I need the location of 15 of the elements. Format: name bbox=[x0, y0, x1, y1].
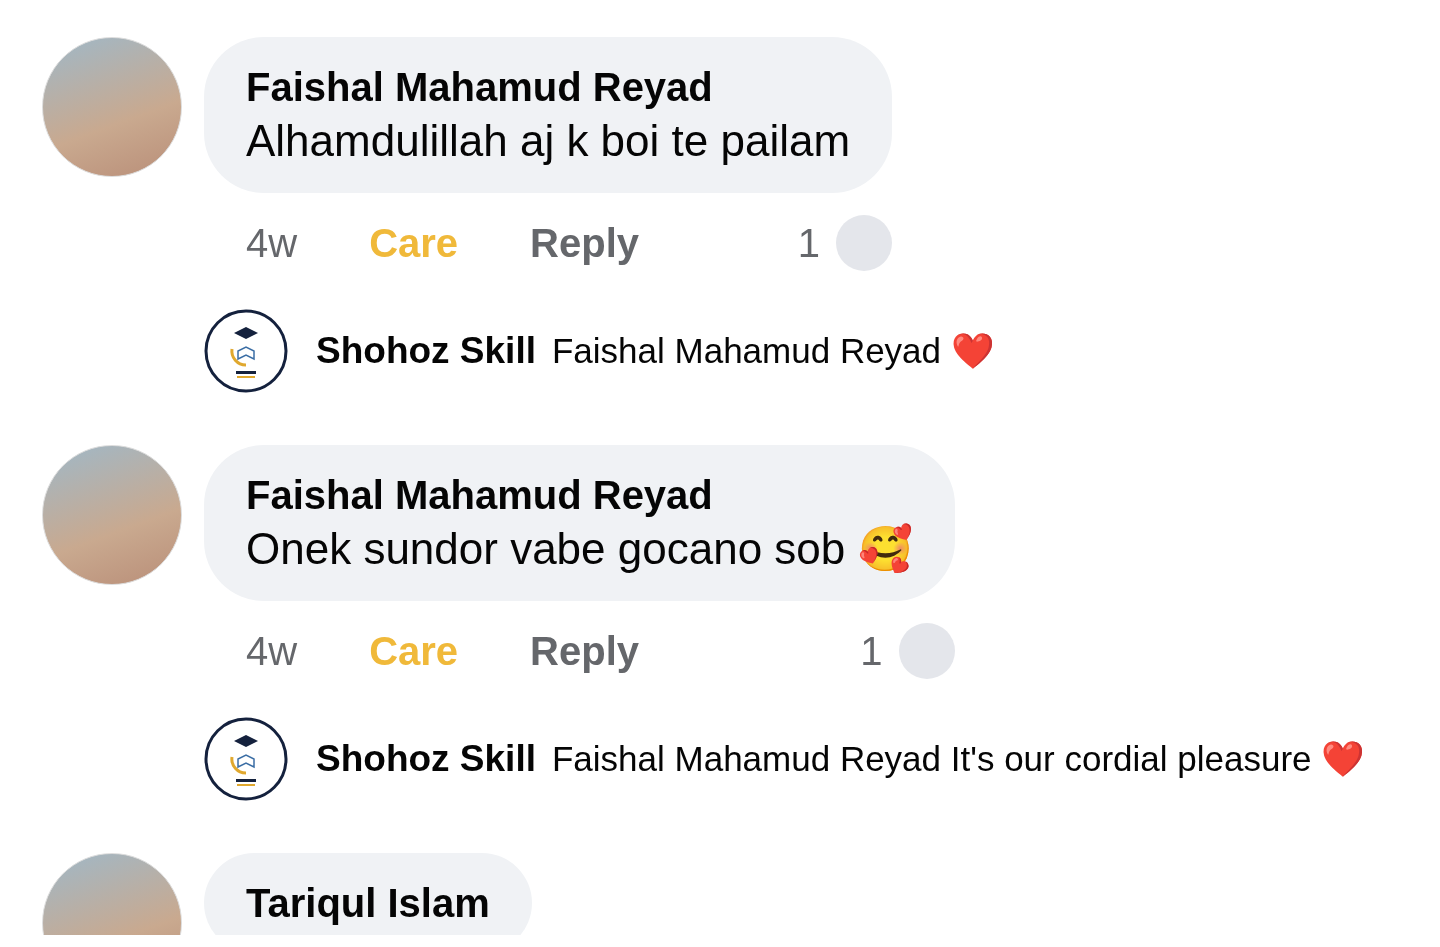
reply-link[interactable]: Reply bbox=[530, 628, 640, 674]
reply-link[interactable]: Reply bbox=[530, 220, 640, 266]
reaction-count: 1 bbox=[797, 220, 821, 266]
reply-author[interactable]: Shohoz Skill bbox=[316, 738, 536, 780]
comment-author[interactable]: Faishal Mahamud Reyad bbox=[246, 469, 913, 521]
comment-text: Onek sundor vabe gocano sob 🥰 bbox=[246, 522, 913, 575]
reply-text: Faishal Mahamud Reyad ❤ bbox=[551, 330, 995, 372]
comment-text: Alhamdulillah aj k boi te pailam bbox=[246, 115, 851, 167]
comment-time: 4w bbox=[246, 628, 298, 674]
comment-author[interactable]: Faishal Mahamud Reyad bbox=[246, 61, 851, 113]
reply-text: Faishal Mahamud Reyad It's our cordial pleasure ❤ bbox=[551, 738, 1366, 780]
comment-time: 4w bbox=[246, 220, 298, 266]
comment-author[interactable]: Tariqul Islam bbox=[246, 877, 490, 929]
reply-author[interactable]: Shohoz Skill bbox=[316, 330, 536, 372]
reaction-count: 1 bbox=[860, 628, 883, 674]
